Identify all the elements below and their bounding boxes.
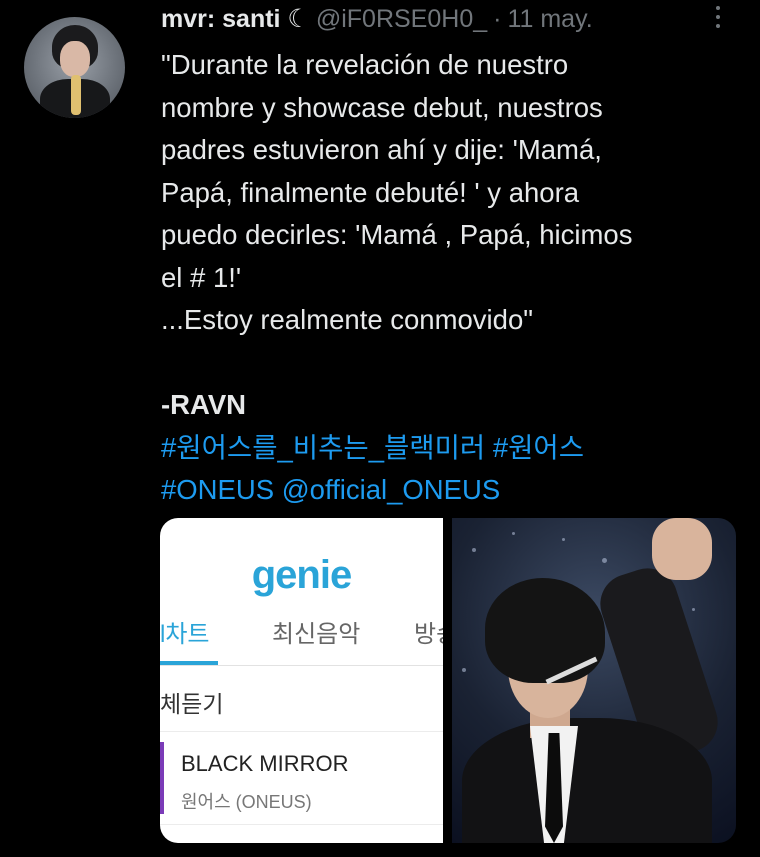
tweet-header: mvr: santi ☾ @iF0RSE0H0_ · 11 may.: [161, 4, 593, 34]
display-name[interactable]: mvr: santi ☾: [161, 4, 310, 34]
tweet-date[interactable]: 11 may.: [507, 5, 592, 34]
genie-logo: genie: [251, 553, 352, 597]
media-grid: genie l차트 최신음악 방송 체듣기 BLACK MIRROR 원어스 (…: [160, 518, 736, 843]
divider: [160, 665, 443, 666]
song-accent-bar: [160, 742, 164, 814]
tweet-line: el # 1!': [161, 261, 242, 293]
chart-tabs: l차트 최신음악 방송: [160, 614, 443, 654]
tweet-text: "Durante la revelación de nuestro nombre…: [161, 44, 741, 512]
hashtag-link[interactable]: #원어스: [493, 432, 584, 463]
listen-all-label: 체듣기: [160, 691, 224, 717]
tweet-line: padres estuvieron ahí y dije: 'Mamá,: [161, 134, 602, 165]
hashtag-line: #ONEUS @official_ONEUS: [161, 469, 741, 512]
avatar[interactable]: [24, 17, 125, 118]
song-title: BLACK MIRROR: [181, 751, 349, 776]
hashtag-line: #원어스를_비추는_블랙미러 #원어스: [161, 427, 741, 470]
song-artist: 원어스 (ONEUS): [181, 792, 312, 812]
tweet-line: nombre y showcase debut, nuestros: [161, 91, 603, 123]
divider: [160, 824, 443, 825]
tab-broadcast: 방송: [414, 621, 443, 648]
hashtag-link[interactable]: #ONEUS: [161, 474, 274, 505]
more-vertical-icon[interactable]: [706, 6, 730, 32]
tweet-line: "Durante la revelación de nuestro: [161, 49, 569, 80]
tab-latest-music: 최신음악: [272, 621, 361, 648]
separator-dot: ·: [493, 4, 502, 33]
tweet-line: puedo decirles: 'Mamá , Papá, hicimos: [161, 219, 633, 250]
signature: -RAVN: [161, 389, 247, 420]
tweet-line: Papá, finalmente debuté! ' y ahora: [161, 176, 580, 208]
mention-link[interactable]: @official_ONEUS: [282, 474, 500, 505]
media-image-genie-chart[interactable]: genie l차트 최신음악 방송 체듣기 BLACK MIRROR 원어스 (…: [160, 518, 443, 843]
hashtag-link[interactable]: #원어스를_비추는_블랙미러: [161, 432, 485, 463]
tab-chart: l차트: [160, 621, 210, 648]
media-image-performer-photo[interactable]: [452, 518, 736, 843]
divider: [160, 731, 443, 732]
tweet-line: ...Estoy realmente conmovido": [161, 304, 534, 335]
user-handle[interactable]: @iF0RSE0H0_: [316, 5, 487, 34]
